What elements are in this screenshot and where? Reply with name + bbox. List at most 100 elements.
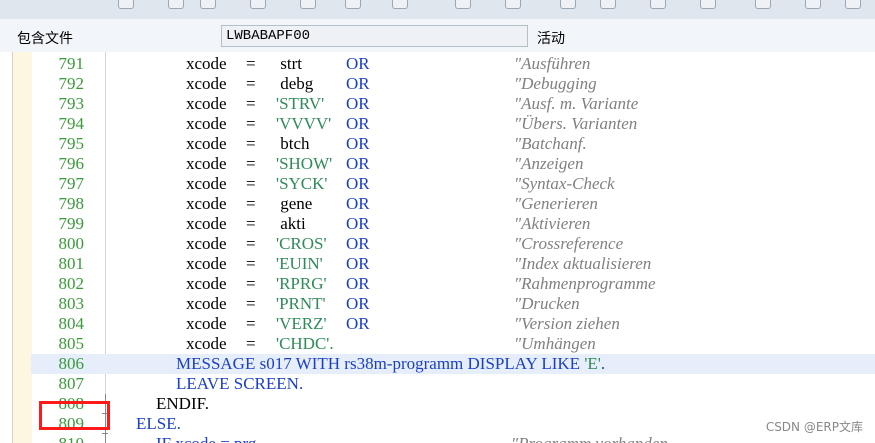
- equals-operator: =: [246, 154, 256, 173]
- code-line-797[interactable]: 797 xcode = 'SYCK' OR "Syntax-Check: [31, 174, 875, 194]
- code-line-791[interactable]: 791 xcode = strt OR "Ausführen: [31, 54, 875, 74]
- code-text: IF xcode = prg: [156, 434, 256, 443]
- or-keyword: OR: [346, 114, 370, 133]
- toolbar-button[interactable]: [700, 0, 716, 9]
- or-keyword: OR: [346, 254, 370, 273]
- value-literal: strt: [276, 54, 302, 73]
- toolbar-button[interactable]: [392, 0, 408, 9]
- equals-operator: =: [246, 134, 256, 153]
- value-literal: 'PRNT': [276, 294, 326, 313]
- highlight-box: [39, 401, 110, 430]
- line-number: 804: [58, 314, 85, 333]
- equals-operator: =: [246, 214, 256, 233]
- line-number: 798: [58, 194, 85, 213]
- code-line-800[interactable]: 800 xcode = 'CROS' OR "Crossreference: [31, 234, 875, 254]
- code-line-810[interactable]: 810 IF xcode = prg "Programm vorhanden: [31, 434, 875, 443]
- variable-name: xcode: [186, 214, 227, 233]
- equals-operator: =: [246, 174, 256, 193]
- variable-name: xcode: [186, 114, 227, 133]
- code-comment: "Generieren: [514, 194, 598, 213]
- code-line-803[interactable]: 803 xcode = 'PRNT' OR "Drucken: [31, 294, 875, 314]
- include-field[interactable]: LWBABAPF00: [221, 25, 528, 47]
- code-line-798[interactable]: 798 xcode = gene OR "Generieren: [31, 194, 875, 214]
- toolbar-button[interactable]: [845, 0, 861, 9]
- toolbar-button[interactable]: [455, 0, 471, 9]
- toolbar-button[interactable]: [560, 0, 576, 9]
- toolbar-button[interactable]: [650, 0, 666, 9]
- code-line-792[interactable]: 792 xcode = debg OR "Debugging: [31, 74, 875, 94]
- code-comment: "Anzeigen: [514, 154, 584, 173]
- or-keyword: OR: [346, 194, 370, 213]
- line-number: 807: [58, 374, 85, 393]
- equals-operator: =: [246, 294, 256, 313]
- code-text: LEAVE SCREEN.: [176, 374, 304, 393]
- code-comment: "Version ziehen: [514, 314, 620, 333]
- code-line-799[interactable]: 799 xcode = akti OR "Aktivieren: [31, 214, 875, 234]
- code-text: ENDIF.: [156, 394, 209, 413]
- or-keyword: OR: [346, 154, 370, 173]
- code-line-793[interactable]: 793 xcode = 'STRV' OR "Ausf. m. Variante: [31, 94, 875, 114]
- equals-operator: =: [246, 274, 256, 293]
- line-number: 799: [58, 214, 85, 233]
- code-line-807[interactable]: 807 LEAVE SCREEN.: [31, 374, 875, 394]
- line-number: 797: [58, 174, 85, 193]
- code-editor[interactable]: 791 xcode = strt OR "Ausführen 792 xcode = debg…: [0, 52, 875, 443]
- variable-name: xcode: [186, 54, 227, 73]
- line-number: 803: [58, 294, 85, 313]
- code-line-806[interactable]: 806 MESSAGE s017 WITH rs38m-programm DIS…: [31, 354, 875, 374]
- variable-name: xcode: [186, 334, 227, 353]
- include-label: 包含文件: [17, 30, 73, 46]
- value-literal: 'VVVV': [276, 114, 332, 133]
- or-keyword: OR: [346, 74, 370, 93]
- code-line-794[interactable]: 794 xcode = 'VVVV' OR "Übers. Varianten: [31, 114, 875, 134]
- value-literal: 'RPRG': [276, 274, 327, 293]
- toolbar-button[interactable]: [755, 0, 771, 9]
- code-line-802[interactable]: 802 xcode = 'RPRG' OR "Rahmenprogramme: [31, 274, 875, 294]
- variable-name: xcode: [186, 74, 227, 93]
- equals-operator: =: [246, 194, 256, 213]
- toolbar-button[interactable]: [168, 0, 184, 9]
- code-line-796[interactable]: 796 xcode = 'SHOW' OR "Anzeigen: [31, 154, 875, 174]
- toolbar-button[interactable]: [118, 0, 134, 9]
- display-like-keyword: DISPLAY LIKE: [467, 354, 581, 373]
- code-line-809[interactable]: 809 ELSE.: [31, 414, 875, 434]
- code-line-801[interactable]: 801 xcode = 'EUIN' OR "Index aktualisieren: [31, 254, 875, 274]
- value-literal: btch: [276, 134, 310, 153]
- code-comment: "Programm vorhanden: [511, 434, 668, 443]
- code-line-805[interactable]: 805 xcode = 'CHDC'. "Umhängen: [31, 334, 875, 354]
- value-literal: akti: [276, 214, 306, 233]
- value-literal: 'CHDC'.: [276, 334, 334, 353]
- toolbar-button[interactable]: [600, 0, 616, 9]
- toolbar-button[interactable]: [805, 0, 821, 9]
- value-literal: 'VERZ': [276, 314, 327, 333]
- breakpoint-strip[interactable]: [12, 52, 32, 443]
- statement-end: .: [600, 354, 606, 373]
- line-number: 800: [58, 234, 85, 253]
- variable-name: xcode: [186, 274, 227, 293]
- variable-name: xcode: [186, 134, 227, 153]
- toolbar-button[interactable]: [300, 0, 316, 9]
- toolbar-button[interactable]: [345, 0, 361, 9]
- variable-name: xcode: [186, 154, 227, 173]
- code-line-804[interactable]: 804 xcode = 'VERZ' OR "Version ziehen: [31, 314, 875, 334]
- code-comment: "Index aktualisieren: [514, 254, 652, 273]
- line-number: 791: [58, 54, 85, 73]
- code-comment: "Batchanf.: [514, 134, 587, 153]
- toolbar-button[interactable]: [200, 0, 216, 9]
- or-keyword: OR: [346, 134, 370, 153]
- code-comment: "Crossreference: [514, 234, 624, 253]
- toolbar-button[interactable]: [505, 0, 521, 9]
- code-comment: "Ausf. m. Variante: [514, 94, 639, 113]
- watermark: CSDN @ERP文库: [765, 420, 863, 434]
- code-line-795[interactable]: 795 xcode = btch OR "Batchanf.: [31, 134, 875, 154]
- toolbar-button[interactable]: [250, 0, 266, 9]
- code-comment: "Syntax-Check: [514, 174, 615, 193]
- line-number: 801: [58, 254, 85, 273]
- or-keyword: OR: [346, 314, 370, 333]
- value-literal: 'STRV': [276, 94, 325, 113]
- value-literal: 'EUIN': [276, 254, 323, 273]
- equals-operator: =: [246, 94, 256, 113]
- equals-operator: =: [246, 74, 256, 93]
- code-line-808[interactable]: 808 ENDIF.: [31, 394, 875, 414]
- code-comment: "Umhängen: [514, 334, 596, 353]
